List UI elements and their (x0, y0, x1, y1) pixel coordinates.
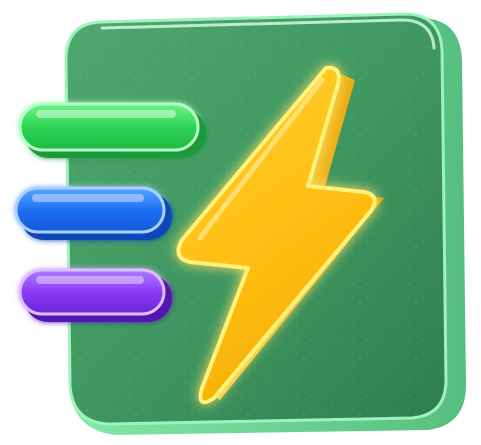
app-icon (0, 0, 481, 445)
speed-bar-middle (14, 186, 172, 240)
speed-bar-top (18, 102, 206, 158)
speed-bar-bottom (18, 268, 172, 322)
app-icon-graphic (14, 12, 466, 435)
